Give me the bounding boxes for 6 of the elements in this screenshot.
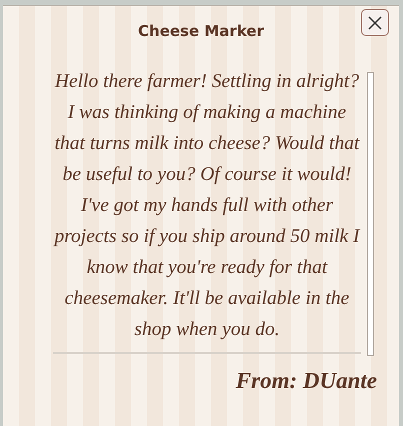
- letter-signature: From: DUante: [236, 368, 377, 394]
- close-icon: [367, 14, 383, 30]
- letter-text: Hello there farmer! Settling in alright? I was thinking of making a machine that turns milk into cheese? Would that be useful to you? Of course it would! I've got my hands full with other projects so if you ship around 50 milk I know that you're ready for that cheesemaker. It'll be available in the shop when you do.: [53, 66, 361, 354]
- close-button[interactable]: [361, 9, 389, 36]
- letter-title: Cheese Marker: [138, 22, 264, 40]
- scrollbar[interactable]: [367, 72, 374, 356]
